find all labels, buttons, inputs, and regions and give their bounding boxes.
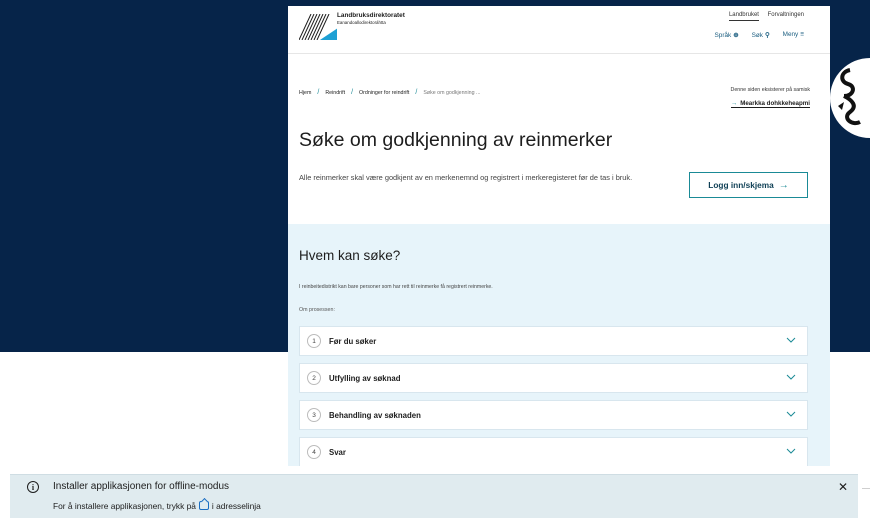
top-links: Landbruket Forvaltningen [722,12,804,21]
step-label: Utfylling av søknad [329,373,401,383]
breadcrumb-ordninger[interactable]: Ordninger for reindrift [359,90,409,96]
breadcrumb-separator: / [415,89,418,96]
breadcrumb-separator: / [351,89,354,96]
page-title: Søke om godkjenning av reinmerker [299,129,613,151]
banner-text-after: i adresselinja [211,501,261,511]
breadcrumb: Hjem / Reindrift / Ordninger for reindrift / S… [299,89,480,96]
accordion-step-3[interactable]: 3 Behandling av søknaden [299,400,808,430]
menu-icon: ≡ [800,31,804,38]
chevron-down-icon [786,374,796,380]
chevron-down-icon [786,448,796,454]
site-header: Landbruksdirektoratet Eanandoallodirekto… [288,6,830,54]
page-ingress: Alle reinmerker skal være godkjent av en… [299,173,633,182]
step-number: 2 [307,371,321,385]
globe-icon: ⊕ [733,32,739,39]
breadcrumb-reindrift[interactable]: Reindrift [325,90,345,96]
arrow-right-icon: → [778,179,789,191]
crest-icon [838,68,861,125]
language-label: Språk [714,32,732,39]
top-link-landbruket[interactable]: Landbruket [728,12,759,21]
org-subtitle: Eanandoallodirektoráhtta [337,20,386,25]
breadcrumb-current: Søke om godkjenning ... [423,90,481,96]
accordion-step-2[interactable]: 2 Utfylling av søknad [299,363,808,393]
install-banner: i Installer applikasjonen for offline-mo… [10,474,858,518]
search-button[interactable]: Søk ⚲ [752,31,770,39]
login-button[interactable]: Logg inn/skjema → [689,172,808,198]
header-tools: Språk ⊕ Søk ⚲ Meny ≡ [715,31,805,39]
close-icon[interactable]: ✕ [838,480,848,494]
small-logo-icon [31,463,48,469]
banner-text: For å installere applikasjonen, trykk på… [53,501,261,511]
menu-button[interactable]: Meny ≡ [783,31,804,39]
info-icon: i [27,481,39,493]
org-name[interactable]: Landbruksdirektoratet [337,12,405,19]
web-page: Landbruksdirektoratet Eanandoallodirekto… [288,6,830,466]
accordion-step-1[interactable]: 1 Før du søker [299,326,808,356]
menu-label: Meny [782,31,799,38]
chevron-down-icon [786,411,796,417]
breadcrumb-home[interactable]: Hjem [299,90,311,96]
step-number: 4 [307,445,321,459]
step-label: Svar [329,447,346,457]
process-label: Om prosessen: [299,307,335,313]
arrow-right-icon: → [731,100,738,107]
section-text: I reinbeitedistrikt kan bare personer so… [299,284,493,290]
divider [862,488,870,489]
sami-note: Denne siden eksisterer på samisk [730,87,811,93]
chevron-down-icon [786,337,796,343]
language-button[interactable]: Språk ⊕ [715,31,739,39]
login-button-label: Logg inn/skjema [708,180,774,190]
install-icon [198,501,209,510]
banner-title: Installer applikasjonen for offline-modu… [53,481,230,492]
search-icon: ⚲ [764,32,770,39]
banner-text-before: For å installere applikasjonen, trykk på [53,501,196,511]
step-label: Før du søker [329,336,377,346]
top-link-forvaltningen[interactable]: Forvaltningen [768,12,804,18]
breadcrumb-separator: / [317,89,320,96]
section-heading: Hvem kan søke? [299,248,401,263]
sami-link-label: Mearkka dohkkeheapmi [740,100,810,107]
search-label: Søk [751,32,763,39]
step-label: Behandling av søknaden [329,410,421,420]
landbruksdirektoratet-logo-icon[interactable] [299,14,337,40]
crest-logo [830,58,870,138]
accordion-step-4[interactable]: 4 Svar [299,437,808,466]
sami-link[interactable]: → Mearkka dohkkeheapmi [731,100,810,108]
who-can-apply-section: Hvem kan søke? I reinbeitedistrikt kan b… [288,224,830,466]
step-number: 1 [307,334,321,348]
step-number: 3 [307,408,321,422]
